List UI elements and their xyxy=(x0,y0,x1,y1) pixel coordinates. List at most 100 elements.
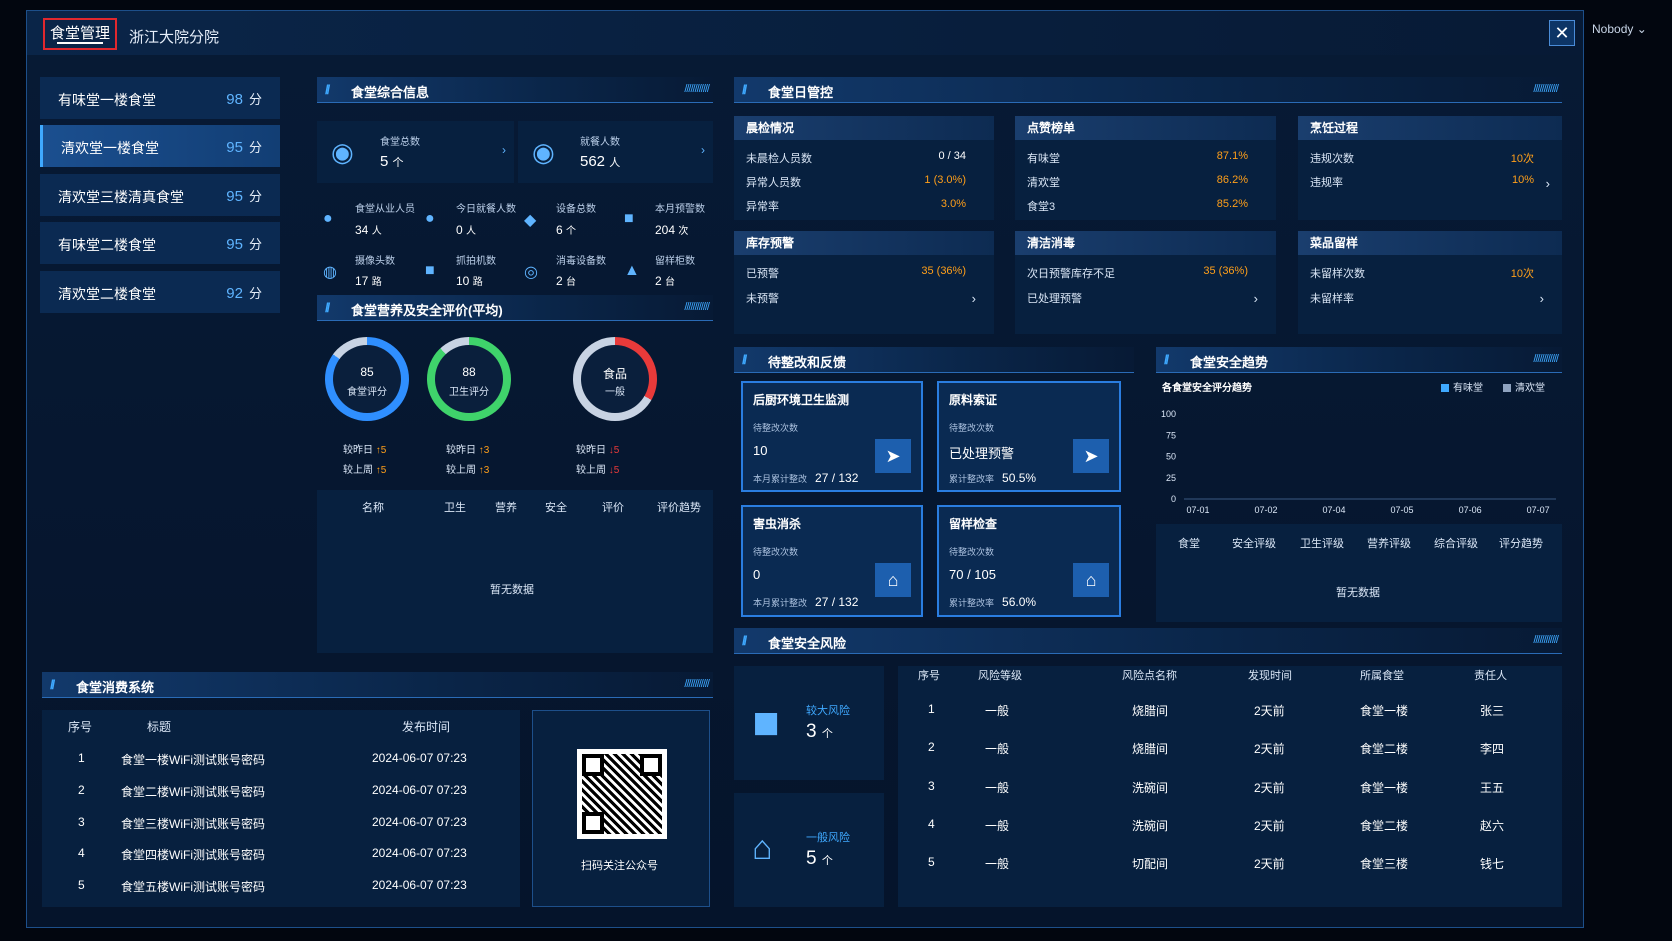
x-tick-label: 07-01 xyxy=(1186,505,1209,515)
compare-text: 较昨日 ↑3 xyxy=(446,445,490,456)
hygiene-score-gauge: 88 卫生评分 xyxy=(427,337,511,421)
inventory-warning-card[interactable]: 库存预警 已预警 35 (36%) 未预警 › xyxy=(734,231,994,334)
card-subtitle: 待整改次数 xyxy=(753,423,799,433)
compare-text: 较上周 ↓5 xyxy=(576,465,620,476)
user-menu[interactable]: Nobody ⌄ xyxy=(1592,22,1647,36)
canteen-score: 95 分 xyxy=(226,188,262,205)
notice-table: 序号 标题 发布时间 1 食堂一楼WiFi测试账号密码 2024-06-07 07:… xyxy=(42,710,520,907)
column-header: 名称 xyxy=(362,502,384,514)
chevron-right-icon: › xyxy=(1545,176,1550,191)
canteen-name: 清欢堂三楼清真食堂 xyxy=(58,189,184,205)
safety-level-gauge: 食品 一般 xyxy=(573,337,657,421)
qr-code[interactable] xyxy=(577,749,667,839)
cleaning-disinfection-card[interactable]: 清洁消毒 次日预警库存不足 35 (36%) 已处理预警 › xyxy=(1015,231,1276,334)
card-value: 10 xyxy=(753,443,768,458)
row-label: 食堂3 xyxy=(1027,201,1056,213)
canteen-name: 有味堂一楼食堂 xyxy=(58,92,156,108)
row-label: 未晨检人员数 xyxy=(746,153,812,165)
y-tick-label: 100 xyxy=(1161,409,1176,419)
total-canteens-card[interactable]: ◉ 食堂总数 5 个 › xyxy=(317,121,514,183)
material-certificate-card[interactable]: 原料索证 待整改次数 已处理预警 累计整改率 50.5% ➤ xyxy=(937,381,1121,492)
x-tick-label: 07-02 xyxy=(1255,505,1278,515)
tab-canteen-management[interactable]: 食堂管理 xyxy=(43,18,117,50)
warning-icon: ■ xyxy=(624,210,634,227)
y-tick-label: 75 xyxy=(1166,430,1176,440)
chevron-right-icon: › xyxy=(971,291,976,306)
stat-value: 562 人 xyxy=(580,153,621,170)
row-value: 87.1% xyxy=(1216,150,1248,162)
row-label: 违规率 xyxy=(1310,177,1343,189)
trend-header: //食堂安全趋势//////////// xyxy=(1156,347,1562,373)
y-tick-label: 25 xyxy=(1166,473,1176,483)
canteen-item-active[interactable]: 清欢堂一楼食堂 95 分 xyxy=(40,125,280,167)
column-header: 标题 xyxy=(147,720,172,734)
evaluation-table: 名称 卫生 营养 安全 评价 评价趋势 暂无数据 xyxy=(317,490,713,653)
house-icon[interactable]: ⌂ xyxy=(875,563,911,597)
section-title: 待整改和反馈 xyxy=(768,355,847,370)
column-header: 评价 xyxy=(602,502,624,514)
sample-check-card[interactable]: 留样检查 待整改次数 70 / 105 累计整改率 56.0% ⌂ xyxy=(937,505,1121,617)
stat-value: 0 人 xyxy=(456,223,477,237)
chevron-right-icon: › xyxy=(1539,291,1544,306)
stat-value: 17 路 xyxy=(355,274,382,288)
diners-card[interactable]: ◉ 就餐人数 562 人 › xyxy=(518,121,713,183)
column-header: 食堂 xyxy=(1178,538,1200,550)
canteen-item[interactable]: 清欢堂三楼清真食堂 95 分 xyxy=(40,174,280,216)
general-risk-card[interactable]: ⌂ 一般风险 5 个 xyxy=(734,793,884,907)
canteen-item[interactable]: 有味堂一楼食堂 98 分 xyxy=(40,77,280,119)
canteen-item[interactable]: 清欢堂二楼食堂 92 分 xyxy=(40,271,280,313)
section-title: 食堂日管控 xyxy=(768,85,834,100)
card-subtitle: 待整改次数 xyxy=(949,547,995,557)
diner-icon: ● xyxy=(425,210,435,227)
card-title: 留样检查 xyxy=(949,517,998,531)
house-icon[interactable]: ⌂ xyxy=(1073,563,1109,597)
cooking-process-card[interactable]: 烹饪过程 违规次数 10次 违规率 10% › xyxy=(1298,116,1562,220)
card-subtitle: 待整改次数 xyxy=(949,423,995,433)
card-footer: 累计整改率 56.0% xyxy=(949,595,1037,609)
document-icon[interactable]: ➤ xyxy=(1073,439,1109,473)
x-tick-label: 07-06 xyxy=(1459,505,1482,515)
row-value: 3.0% xyxy=(940,198,966,210)
user-name: Nobody xyxy=(1592,22,1634,36)
card-title: 晨检情况 xyxy=(734,116,994,140)
canteen-name: 清欢堂二楼食堂 xyxy=(58,286,156,302)
canteen-score: 95 分 xyxy=(226,236,262,253)
tab-branch[interactable]: 浙江大院分院 xyxy=(129,26,219,47)
legend-item: 清欢堂 xyxy=(1503,379,1545,394)
row-label: 有味堂 xyxy=(1027,153,1060,165)
card-title: 菜品留样 xyxy=(1298,231,1562,255)
row-label: 未留样次数 xyxy=(1310,268,1365,280)
pest-control-card[interactable]: 害虫消杀 待整改次数 0 本月累计整改 27 / 132 ⌂ xyxy=(741,505,923,617)
risk-header: //食堂安全风险//////////// xyxy=(734,628,1562,654)
major-risk-card[interactable]: ◼ 较大风险 3 个 xyxy=(734,666,884,780)
stat-value: 5 个 xyxy=(380,153,404,170)
canteen-score: 92 分 xyxy=(226,285,262,302)
disinfect-icon: ◎ xyxy=(524,264,538,281)
y-tick-label: 0 xyxy=(1171,494,1176,504)
column-header: 发布时间 xyxy=(402,720,451,734)
empty-state: 暂无数据 xyxy=(490,584,534,596)
risk-table: 序号 风险等级 风险点名称 发现时间 所属食堂 责任人 1 一般 烧腊间 2天前 食堂一… xyxy=(898,666,1562,907)
canteen-score: 95 分 xyxy=(226,139,262,156)
qr-caption: 扫码关注公众号 xyxy=(581,860,658,872)
overview-header: //食堂综合信息//////////// xyxy=(317,77,713,103)
food-sample-card[interactable]: 菜品留样 未留样次数 10次 未留样率 › xyxy=(1298,231,1562,334)
kitchen-hygiene-card[interactable]: 后厨环境卫生监测 待整改次数 10 本月累计整改 27 / 132 ➤ xyxy=(741,381,923,492)
card-footer: 本月累计整改 27 / 132 xyxy=(753,471,859,485)
close-button[interactable]: ✕ xyxy=(1549,20,1575,46)
canteen-item[interactable]: 有味堂二楼食堂 95 分 xyxy=(40,222,280,264)
likes-ranking-card[interactable]: 点赞榜单 有味堂 87.1% 清欢堂 86.2% 食堂3 85.2% xyxy=(1015,116,1276,220)
morning-check-card[interactable]: 晨检情况 未晨检人员数 0 / 34 异常人员数 1 (3.0%) 异常率 3.0% xyxy=(734,116,994,220)
stat-label: 留样柜数 xyxy=(655,256,695,267)
card-title: 后厨环境卫生监测 xyxy=(753,393,850,407)
cube-icon: ◼ xyxy=(752,703,781,741)
stat-value: 204 次 xyxy=(655,223,689,237)
legend-swatch xyxy=(1441,384,1449,393)
card-subtitle: 待整改次数 xyxy=(753,547,799,557)
row-label: 未预警 xyxy=(746,293,779,305)
arrow-icon[interactable]: ➤ xyxy=(875,439,911,473)
card-footer: 累计整改率 50.5% xyxy=(949,471,1037,485)
column-header: 序号 xyxy=(68,720,93,734)
device-icon: ◆ xyxy=(524,212,537,229)
risk-value: 5 个 xyxy=(806,848,833,869)
